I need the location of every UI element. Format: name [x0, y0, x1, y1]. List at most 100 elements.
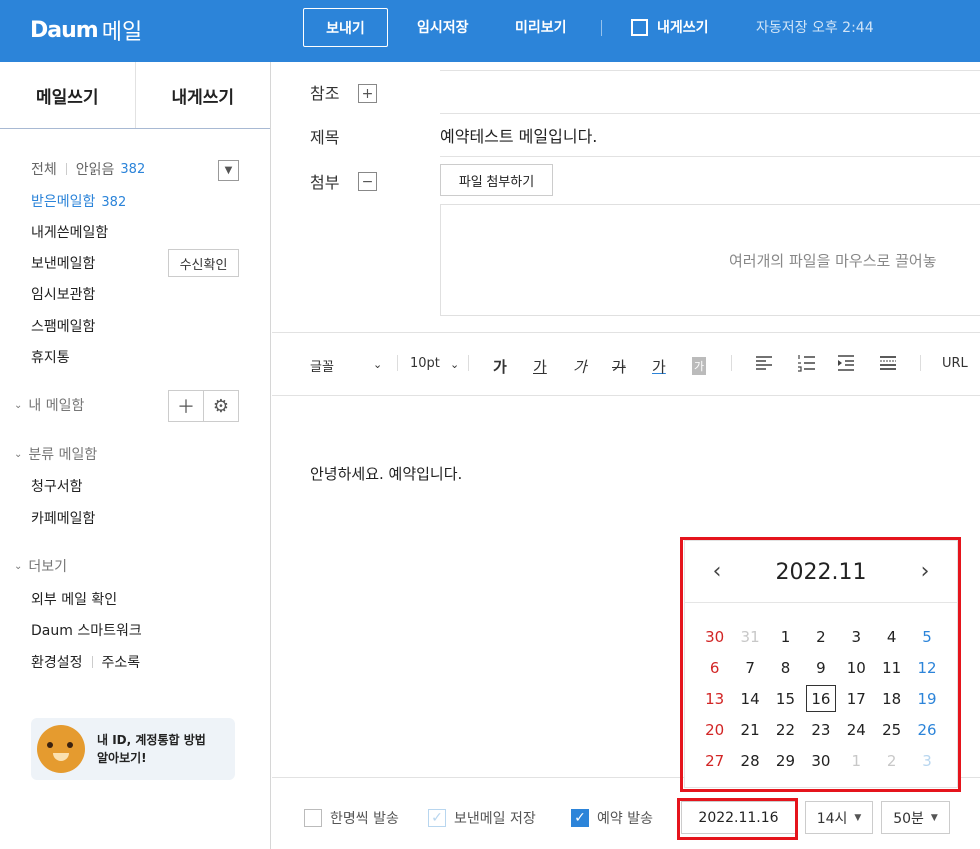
attach-file-button[interactable]: 파일 첨부하기: [440, 164, 553, 196]
self-mail-checkbox[interactable]: [631, 19, 648, 36]
send-individually-option[interactable]: 한명씩 발송: [304, 808, 399, 828]
strikethrough-button[interactable]: 가: [612, 356, 626, 377]
mailbox-trash[interactable]: 휴지통: [31, 347, 70, 367]
read-receipt-button[interactable]: 수신확인: [168, 249, 239, 277]
text-color-button[interactable]: 가: [652, 356, 666, 377]
calendar-day[interactable]: 28: [732, 745, 767, 776]
align-left-icon[interactable]: [754, 353, 774, 373]
save-sent-option[interactable]: ✓ 보낸메일 저장: [428, 808, 536, 828]
numbered-list-icon[interactable]: [797, 353, 817, 373]
chevron-down-icon[interactable]: ⌄: [450, 358, 459, 371]
add-mailbox-plus-icon[interactable]: ＋: [169, 391, 204, 421]
calendar-day[interactable]: 5: [909, 621, 944, 652]
send-individually-checkbox[interactable]: [304, 809, 322, 827]
url-button[interactable]: URL: [942, 356, 968, 371]
calendar-day[interactable]: 13: [697, 683, 732, 714]
calendar-day[interactable]: 2: [803, 621, 838, 652]
calendar-day[interactable]: 24: [839, 714, 874, 745]
calendar-day[interactable]: 2: [874, 745, 909, 776]
save-draft-button[interactable]: 임시저장: [417, 17, 469, 37]
date-picker-calendar: ‹ 2022.11 › 30 31 1 2 3 4 5 6 7 8 9 10 11 12 13 14 15 16 1…: [684, 540, 958, 788]
calendar-day[interactable]: 22: [768, 714, 803, 745]
next-month-chevron-right-icon[interactable]: ›: [911, 557, 939, 585]
mailbox-cafe[interactable]: 카페메일함: [31, 508, 95, 528]
calendar-day[interactable]: 1: [839, 745, 874, 776]
tab-write-self[interactable]: 내게쓰기: [136, 62, 271, 128]
mailbox-spam[interactable]: 스팸메일함: [31, 316, 95, 336]
send-button[interactable]: 보내기: [303, 8, 388, 47]
calendar-day[interactable]: 6: [697, 652, 732, 683]
calendar-day[interactable]: 1: [768, 621, 803, 652]
mailbox-inbox[interactable]: 받은메일함 382: [31, 191, 126, 211]
filter-unread[interactable]: 안읽음: [76, 159, 115, 179]
calendar-day[interactable]: 21: [732, 714, 767, 745]
horizontal-line-icon[interactable]: [878, 353, 898, 373]
external-mail-link[interactable]: 외부 메일 확인: [31, 589, 117, 609]
hour-select[interactable]: 14시 ▼: [805, 801, 873, 834]
reserve-send-checkbox[interactable]: ✓: [571, 809, 589, 827]
calendar-day[interactable]: 17: [839, 683, 874, 714]
calendar-day[interactable]: 9: [803, 652, 838, 683]
more-section[interactable]: ⌄ 더보기: [14, 556, 67, 576]
reserve-send-option[interactable]: ✓ 예약 발송: [571, 808, 653, 828]
calendar-day[interactable]: 18: [874, 683, 909, 714]
calendar-day[interactable]: 4: [874, 621, 909, 652]
calendar-day[interactable]: 8: [768, 652, 803, 683]
mailbox-self-sent[interactable]: 내게쓴메일함: [31, 222, 108, 242]
chevron-down-icon[interactable]: ⌄: [373, 358, 382, 371]
filter-dropdown-chevron-icon[interactable]: ▼: [218, 160, 239, 181]
calendar-day[interactable]: 27: [697, 745, 732, 776]
mail-logo-text: 메일: [101, 20, 143, 45]
bg-color-button[interactable]: 가: [692, 357, 707, 375]
cc-expand-plus-icon[interactable]: +: [358, 84, 377, 103]
font-size-select[interactable]: 10pt: [410, 356, 440, 371]
calendar-day[interactable]: 3: [909, 745, 944, 776]
address-book-link[interactable]: 주소록: [102, 652, 141, 672]
calendar-day[interactable]: 12: [909, 652, 944, 683]
account-promo-banner[interactable]: 내 ID, 계정통합 방법 알아보기!: [31, 718, 235, 780]
calendar-day[interactable]: 16: [803, 683, 838, 714]
underline-button[interactable]: 가: [533, 356, 547, 377]
reserve-date-field[interactable]: 2022.11.16: [681, 801, 796, 834]
mailbox-sent[interactable]: 보낸메일함: [31, 253, 95, 273]
smartwork-link[interactable]: Daum 스마트워크: [31, 620, 142, 640]
mail-body-editor[interactable]: 안녕하세요. 예약입니다.: [310, 463, 462, 484]
my-mailbox-section[interactable]: ⌄ 내 메일함: [14, 395, 84, 415]
calendar-day[interactable]: 30: [803, 745, 838, 776]
calendar-day[interactable]: 11: [874, 652, 909, 683]
calendar-day[interactable]: 14: [732, 683, 767, 714]
tab-write-mail[interactable]: 메일쓰기: [0, 62, 136, 128]
settings-link[interactable]: 환경설정: [31, 652, 83, 672]
italic-button[interactable]: 가: [573, 356, 587, 377]
bold-button[interactable]: 가: [493, 356, 507, 377]
calendar-day[interactable]: 30: [697, 621, 732, 652]
calendar-day[interactable]: 29: [768, 745, 803, 776]
calendar-day[interactable]: 3: [839, 621, 874, 652]
daum-logo[interactable]: Daum 메일: [30, 14, 142, 46]
preview-button[interactable]: 미리보기: [515, 17, 567, 37]
calendar-day[interactable]: 19: [909, 683, 944, 714]
mailbox-bills[interactable]: 청구서함: [31, 476, 83, 496]
save-sent-checkbox[interactable]: ✓: [428, 809, 446, 827]
indent-icon[interactable]: [836, 353, 856, 373]
calendar-day-label: 18: [882, 689, 902, 708]
self-mail-label[interactable]: 내게쓰기: [657, 17, 709, 37]
calendar-day[interactable]: 20: [697, 714, 732, 745]
minute-select[interactable]: 50분 ▼: [881, 801, 950, 834]
font-select[interactable]: 글꼴: [310, 356, 334, 375]
calendar-day[interactable]: 7: [732, 652, 767, 683]
attach-collapse-minus-icon[interactable]: −: [358, 172, 377, 191]
category-mailbox-section[interactable]: ⌄ 분류 메일함: [14, 444, 97, 464]
calendar-day-label: 17: [846, 689, 866, 708]
mailbox-settings-gear-icon[interactable]: ⚙: [204, 391, 238, 421]
subject-input[interactable]: 예약테스트 메일입니다.: [440, 123, 597, 147]
calendar-day[interactable]: 23: [803, 714, 838, 745]
mailbox-drafts[interactable]: 임시보관함: [31, 284, 95, 304]
calendar-day[interactable]: 10: [839, 652, 874, 683]
calendar-day[interactable]: 31: [732, 621, 767, 652]
calendar-day[interactable]: 15: [768, 683, 803, 714]
filter-all[interactable]: 전체: [31, 159, 57, 179]
calendar-day[interactable]: 26: [909, 714, 944, 745]
file-dropzone[interactable]: 여러개의 파일을 마우스로 끌어놓: [440, 204, 980, 316]
calendar-day[interactable]: 25: [874, 714, 909, 745]
